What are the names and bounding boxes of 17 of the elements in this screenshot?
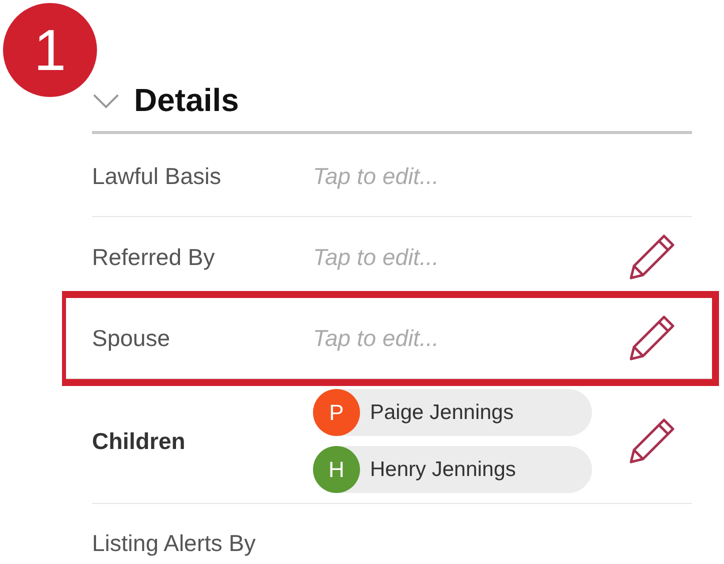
step-badge: 1 bbox=[3, 3, 97, 97]
person-name: Paige Jennings bbox=[370, 400, 514, 426]
field-label: Referred By bbox=[92, 242, 216, 272]
input-field[interactable]: Tap to edit... bbox=[313, 320, 628, 356]
chevron-icon[interactable] bbox=[92, 92, 120, 108]
input-field[interactable]: Tap to edit... bbox=[313, 158, 692, 194]
field-label: Spouse bbox=[92, 324, 172, 353]
person-chip[interactable]: H Henry Jennings bbox=[313, 446, 592, 493]
person-chip[interactable]: P Paige Jennings bbox=[313, 389, 592, 436]
field-label: Lawful Basis bbox=[92, 162, 222, 191]
avatar: P bbox=[313, 389, 360, 436]
person-name: Henry Jennings bbox=[370, 456, 516, 483]
field-label: Children bbox=[92, 426, 186, 456]
avatar: H bbox=[313, 446, 360, 493]
section-title: Details bbox=[134, 81, 239, 120]
input-field[interactable]: Tap to edit... bbox=[313, 240, 628, 274]
field-label: Listing Alerts By bbox=[92, 529, 257, 558]
